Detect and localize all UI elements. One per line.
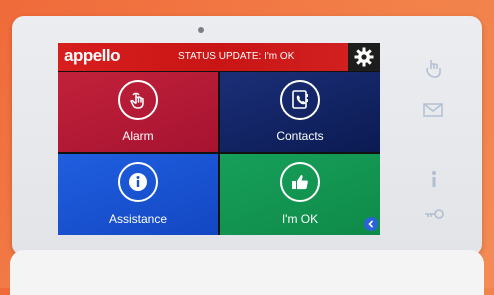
mail-icon — [423, 103, 443, 117]
contacts-label: Contacts — [276, 129, 324, 143]
key-icon — [425, 209, 444, 219]
touch-screen: appello STATUS UPDATE: I'm OK Alarm Cont… — [58, 43, 380, 235]
address-book-icon — [280, 80, 320, 120]
contacts-tile[interactable]: Contacts — [220, 72, 380, 152]
status-text: STATUS UPDATE: I'm OK — [178, 51, 295, 62]
app-logo: appello — [64, 46, 121, 65]
info-icon — [118, 162, 158, 202]
device-stand — [10, 250, 484, 295]
assistance-tile[interactable]: Assistance — [58, 154, 218, 235]
assistance-label: Assistance — [108, 212, 168, 226]
status-bar: appello STATUS UPDATE: I'm OK — [58, 43, 380, 71]
im-ok-tile[interactable]: I'm OK — [220, 154, 380, 235]
alarm-tile[interactable]: Alarm — [58, 72, 218, 152]
info-side-icon — [432, 171, 436, 187]
touch-icon — [118, 80, 158, 120]
hand-icon — [426, 60, 441, 78]
gear-icon — [354, 47, 374, 67]
settings-button[interactable] — [348, 43, 380, 71]
im-ok-label: I'm OK — [281, 212, 319, 226]
chevron-left-icon — [368, 220, 374, 228]
back-button[interactable] — [364, 217, 378, 231]
thumbs-up-icon — [280, 162, 320, 202]
alarm-label: Alarm — [122, 129, 154, 143]
camera-icon — [198, 27, 204, 33]
